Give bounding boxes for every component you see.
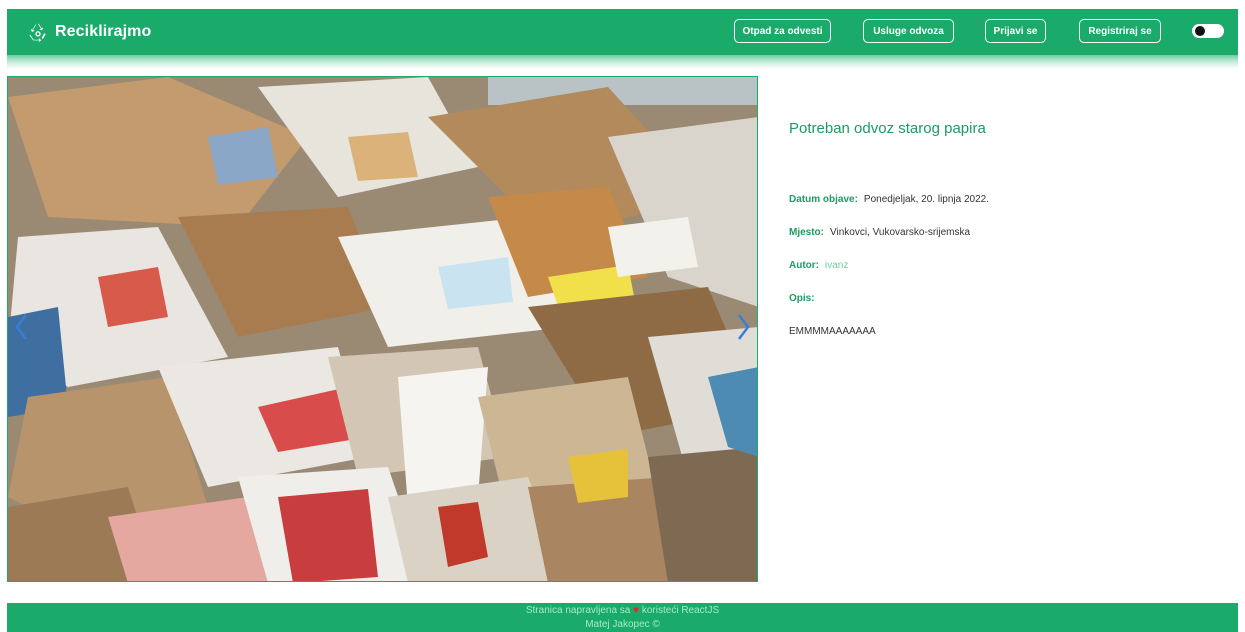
carousel-image bbox=[7, 76, 758, 582]
brand-name: Reciklirajmo bbox=[55, 23, 152, 40]
chevron-left-icon bbox=[15, 314, 27, 340]
nav-register-button[interactable]: Registriraj se bbox=[1079, 19, 1161, 43]
carousel-next-button[interactable] bbox=[733, 312, 753, 342]
date-label: Datum objave: bbox=[789, 194, 858, 205]
heart-icon: ♥ bbox=[633, 605, 640, 616]
post-title: Potreban odvoz starog papira bbox=[789, 120, 986, 137]
author-link[interactable]: ivanz bbox=[825, 260, 848, 271]
footer-credits: Stranica napravljena sa ♥ koristeći Reac… bbox=[7, 605, 1238, 616]
navbar-shadow bbox=[7, 55, 1238, 69]
date-row: Datum objave: Ponedjeljak, 20. lipnja 20… bbox=[789, 194, 989, 205]
brand-logo[interactable]: Reciklirajmo bbox=[27, 21, 151, 43]
navbar: Reciklirajmo Otpad za odvesti Usluge odv… bbox=[7, 9, 1238, 55]
chevron-right-icon bbox=[738, 314, 750, 340]
footer: Stranica napravljena sa ♥ koristeći Reac… bbox=[7, 603, 1238, 632]
nav-waste-to-collect-button[interactable]: Otpad za odvesti bbox=[734, 19, 831, 43]
toggle-knob bbox=[1195, 26, 1205, 36]
author-label: Autor: bbox=[789, 260, 819, 271]
nav-login-button[interactable]: Prijavi se bbox=[985, 19, 1046, 43]
footer-text-after: koristeći ReactJS bbox=[641, 605, 720, 616]
place-value: Vinkovci, Vukovarsko-srijemska bbox=[830, 227, 971, 238]
date-value: Ponedjeljak, 20. lipnja 2022. bbox=[863, 194, 989, 205]
description-text: EMMMMAAAAAAA bbox=[789, 326, 876, 337]
description-row: Opis: bbox=[789, 293, 815, 304]
theme-toggle[interactable] bbox=[1192, 24, 1224, 38]
place-label: Mjesto: bbox=[789, 227, 824, 238]
waste-paper-photo bbox=[8, 77, 757, 581]
footer-text-before: Stranica napravljena sa bbox=[525, 605, 631, 616]
description-label: Opis: bbox=[789, 293, 815, 304]
carousel-prev-button[interactable] bbox=[12, 312, 32, 342]
footer-author: Matej Jakopec © bbox=[585, 619, 660, 630]
recycle-icon bbox=[29, 23, 46, 43]
nav-collection-services-button[interactable]: Usluge odvoza bbox=[863, 19, 954, 43]
place-row: Mjesto: Vinkovci, Vukovarsko-srijemska bbox=[789, 227, 970, 238]
author-row: Autor: ivanz bbox=[789, 260, 848, 271]
